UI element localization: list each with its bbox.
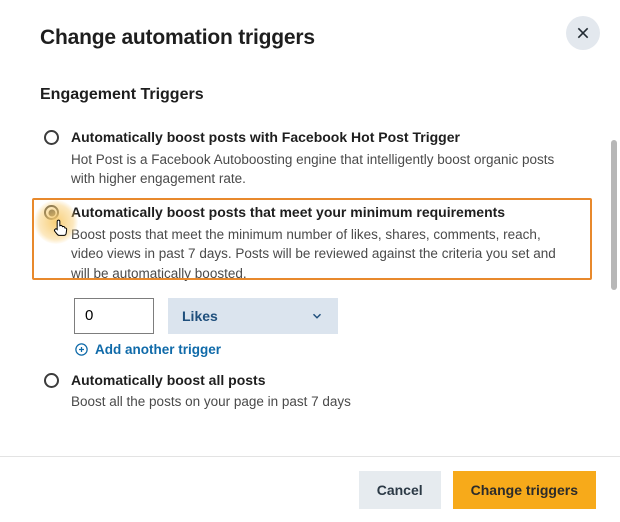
chevron-down-icon [310,309,324,323]
metric-select-label: Likes [182,308,218,324]
metric-select[interactable]: Likes [168,298,338,334]
option-list: Automatically boost posts with Facebook … [40,128,580,412]
trigger-criteria-row: Likes [74,298,576,334]
option-hot-post[interactable]: Automatically boost posts with Facebook … [44,128,576,189]
change-triggers-button[interactable]: Change triggers [453,471,596,509]
modal-header: Change automation triggers [40,26,580,50]
option-content: Automatically boost posts with Facebook … [71,128,576,189]
add-trigger-link[interactable]: Add another trigger [74,342,576,357]
scrollbar[interactable] [611,140,617,290]
modal-footer: Cancel Change triggers [0,456,620,522]
radio-icon[interactable] [44,205,59,220]
close-icon [575,25,591,41]
plus-circle-icon [74,342,89,357]
section-title: Engagement Triggers [40,86,580,104]
option-boost-all[interactable]: Automatically boost all posts Boost all … [44,371,576,412]
close-button[interactable] [566,16,600,50]
option-content: Automatically boost all posts Boost all … [71,371,576,412]
option-desc: Boost posts that meet the minimum number… [71,225,576,284]
modal-body: Change automation triggers Engagement Tr… [0,0,620,450]
cancel-button[interactable]: Cancel [359,471,441,509]
option-title: Automatically boost all posts [71,371,576,390]
radio-icon[interactable] [44,373,59,388]
add-trigger-label: Add another trigger [95,342,221,357]
radio-icon[interactable] [44,130,59,145]
option-title: Automatically boost posts that meet your… [71,203,576,222]
option-min-requirements[interactable]: Automatically boost posts that meet your… [44,203,576,284]
modal-title: Change automation triggers [40,26,315,50]
option-desc: Hot Post is a Facebook Autoboosting engi… [71,150,576,189]
option-desc: Boost all the posts on your page in past… [71,392,576,412]
option-title: Automatically boost posts with Facebook … [71,128,576,147]
option-content: Automatically boost posts that meet your… [71,203,576,284]
threshold-input[interactable] [74,298,154,334]
